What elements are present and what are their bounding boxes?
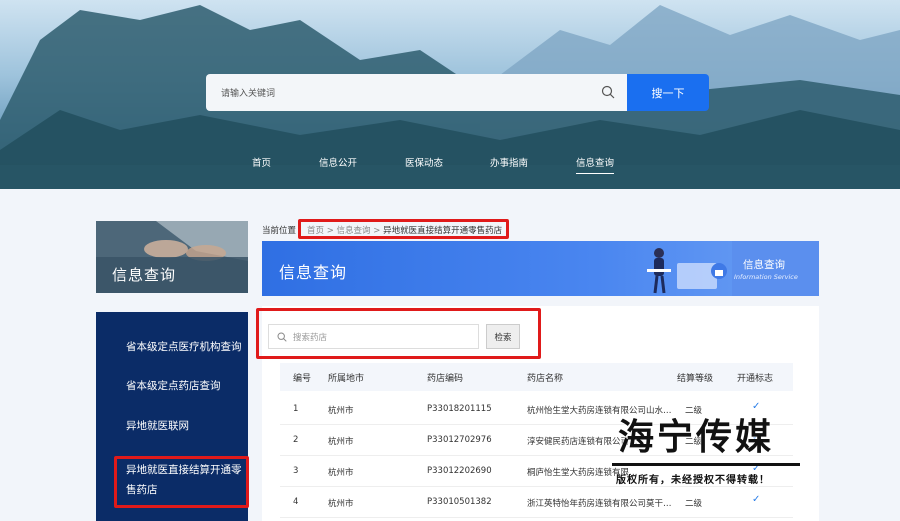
hero-banner: 请输入关键词 搜一下 首页 信息公开 医保动态 办事指南 信息查询 bbox=[0, 0, 900, 189]
cell-city: 杭州市 bbox=[328, 437, 354, 447]
cell-no: 1 bbox=[293, 404, 299, 414]
nav-info-query[interactable]: 信息查询 bbox=[576, 155, 615, 174]
breadcrumb-home[interactable]: 首页 bbox=[307, 226, 324, 236]
cell-city: 杭州市 bbox=[328, 468, 354, 478]
sidebar-item-remote-network[interactable]: 异地就医联网 bbox=[126, 418, 189, 433]
search-icon[interactable] bbox=[601, 85, 615, 99]
service-title-cn: 信息查询 bbox=[743, 259, 785, 271]
page-title: 信息查询 bbox=[279, 263, 348, 282]
watermark-subtitle: 版权所有，未经授权不得转载！ bbox=[616, 475, 770, 486]
cell-no: 2 bbox=[293, 435, 299, 445]
site-search-button[interactable]: 搜一下 bbox=[627, 74, 709, 111]
breadcrumb-prefix: 当前位置 bbox=[262, 226, 297, 236]
pharmacy-search-button[interactable]: 检索 bbox=[486, 324, 520, 349]
breadcrumb-sep: > bbox=[326, 226, 334, 236]
breadcrumb-sep: > bbox=[373, 226, 381, 236]
sidebar-banner-title: 信息查询 bbox=[112, 266, 177, 284]
title-banner-service-panel: 信息查询 Information Service bbox=[732, 241, 819, 296]
cell-code: P33018201115 bbox=[427, 404, 492, 414]
col-code: 药店编码 bbox=[427, 374, 464, 384]
cell-code: P33010501382 bbox=[427, 497, 492, 507]
cell-city: 杭州市 bbox=[328, 499, 354, 509]
watermark-title: 海宁传媒 bbox=[618, 416, 775, 458]
col-flag: 开通标志 bbox=[737, 374, 774, 384]
pharmacy-search-input[interactable]: 搜索药店 bbox=[268, 324, 479, 349]
col-level: 结算等级 bbox=[677, 374, 714, 384]
site-search-placeholder: 请输入关键词 bbox=[221, 89, 276, 99]
site-search-input[interactable]: 请输入关键词 bbox=[206, 74, 627, 111]
title-banner: 信息查询 信息查询 Information Service bbox=[262, 241, 819, 296]
breadcrumb-current: 异地就医直接结算开通零售药店 bbox=[383, 226, 503, 236]
cell-city: 杭州市 bbox=[328, 406, 354, 416]
sidebar-item-remote-pharmacies[interactable]: 异地就医直接结算开通零售药店 bbox=[126, 460, 251, 500]
watermark: 海宁传媒 版权所有，未经授权不得转载！ bbox=[612, 408, 800, 498]
col-no: 编号 bbox=[293, 374, 312, 384]
nav-info-public[interactable]: 信息公开 bbox=[319, 155, 357, 169]
cell-level: 二级 bbox=[685, 499, 703, 509]
nav-home[interactable]: 首页 bbox=[252, 155, 271, 169]
person-laptop-illustration bbox=[647, 248, 727, 294]
search-icon bbox=[277, 332, 287, 342]
watermark-divider bbox=[612, 463, 800, 466]
site-search: 请输入关键词 搜一下 bbox=[206, 74, 709, 111]
breadcrumb: 首页 > 信息查询 > 异地就医直接结算开通零售药店 bbox=[307, 224, 502, 236]
nav-guide[interactable]: 办事指南 bbox=[490, 155, 528, 169]
col-name: 药店名称 bbox=[527, 374, 564, 384]
cell-no: 3 bbox=[293, 466, 299, 476]
sidebar-item-medical-institutions[interactable]: 省本级定点医疗机构查询 bbox=[126, 339, 242, 354]
cell-no: 4 bbox=[293, 497, 299, 507]
col-city: 所属地市 bbox=[328, 374, 365, 384]
sidebar-banner: 信息查询 bbox=[96, 221, 248, 293]
cell-code: P33012702976 bbox=[427, 435, 492, 445]
cell-name: 浙江英特怡年药房连锁有限公司莫干… bbox=[527, 499, 672, 509]
service-title-en: Information Service bbox=[734, 273, 798, 281]
pharmacy-search-placeholder: 搜索药店 bbox=[293, 332, 328, 343]
main-nav: 首页 信息公开 医保动态 办事指南 信息查询 bbox=[0, 155, 900, 174]
breadcrumb-info-query[interactable]: 信息查询 bbox=[337, 226, 371, 236]
cell-code: P33012202690 bbox=[427, 466, 492, 476]
table-header: 编号 所属地市 药店编码 药店名称 结算等级 开通标志 bbox=[280, 363, 793, 391]
nav-news[interactable]: 医保动态 bbox=[405, 155, 443, 169]
sidebar-item-pharmacies[interactable]: 省本级定点药店查询 bbox=[126, 378, 221, 393]
